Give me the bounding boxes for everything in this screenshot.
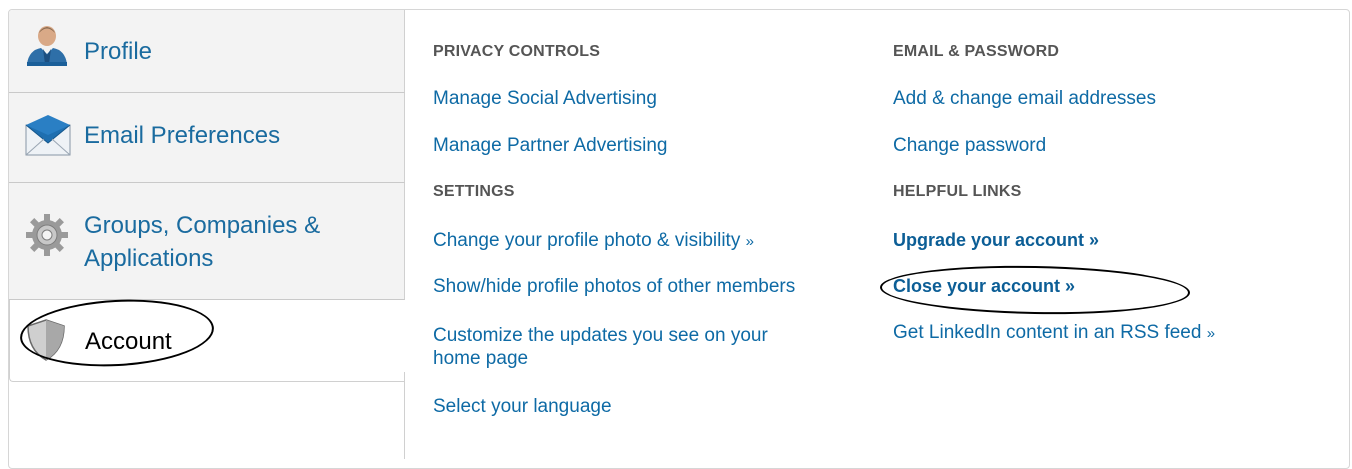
chevron-right-icon: »: [745, 233, 754, 250]
close-account-link[interactable]: Close your account »: [893, 276, 1075, 297]
gear-icon: [23, 211, 71, 266]
show-hide-profile-photos-link[interactable]: Show/hide profile photos of other member…: [433, 276, 795, 298]
person-icon: [23, 22, 71, 77]
nav-label-groups-line1: Groups, Companies &: [84, 212, 321, 239]
customize-updates-line1: Customize the updates you see on your: [433, 325, 768, 346]
shield-icon: [24, 318, 68, 369]
settings-nav: Profile Email Preferences Groups, Compan…: [9, 10, 405, 382]
upgrade-account-link[interactable]: Upgrade your account »: [893, 230, 1099, 251]
customize-updates-line2: home page: [433, 348, 529, 369]
rss-feed-label: Get LinkedIn content in an RSS feed: [893, 322, 1202, 343]
change-profile-photo-link[interactable]: Change your profile photo & visibility »: [433, 230, 754, 252]
nav-label-profile: Profile: [84, 38, 153, 65]
rss-feed-link[interactable]: Get LinkedIn content in an RSS feed »: [893, 322, 1215, 344]
nav-item-account[interactable]: Account: [9, 300, 405, 382]
change-password-link[interactable]: Change password: [893, 135, 1046, 157]
settings-heading: SETTINGS: [433, 183, 515, 200]
select-language-link[interactable]: Select your language: [433, 396, 612, 418]
privacy-controls-heading: PRIVACY CONTROLS: [433, 43, 601, 60]
customize-updates-link[interactable]: Customize the updates you see on your ho…: [433, 324, 853, 370]
nav-item-email-preferences[interactable]: Email Preferences: [9, 93, 405, 183]
nav-item-profile[interactable]: Profile: [9, 10, 405, 93]
nav-label-email-preferences: Email Preferences: [84, 122, 281, 149]
envelope-icon: [24, 113, 72, 164]
nav-label-account: Account: [85, 328, 172, 355]
email-password-heading: EMAIL & PASSWORD: [893, 43, 1060, 60]
manage-social-advertising-link[interactable]: Manage Social Advertising: [433, 88, 657, 110]
nav-item-groups-companies-applications[interactable]: Groups, Companies & Applications: [9, 183, 405, 300]
chevron-right-icon: »: [1206, 325, 1216, 342]
add-change-email-link[interactable]: Add & change email addresses: [893, 88, 1156, 110]
change-profile-photo-label: Change your profile photo & visibility: [433, 230, 741, 251]
helpful-links-heading: HELPFUL LINKS: [893, 183, 1022, 200]
manage-partner-advertising-link[interactable]: Manage Partner Advertising: [433, 135, 667, 157]
content-divider: [404, 372, 405, 459]
nav-label-groups-line2: Applications: [84, 245, 214, 272]
